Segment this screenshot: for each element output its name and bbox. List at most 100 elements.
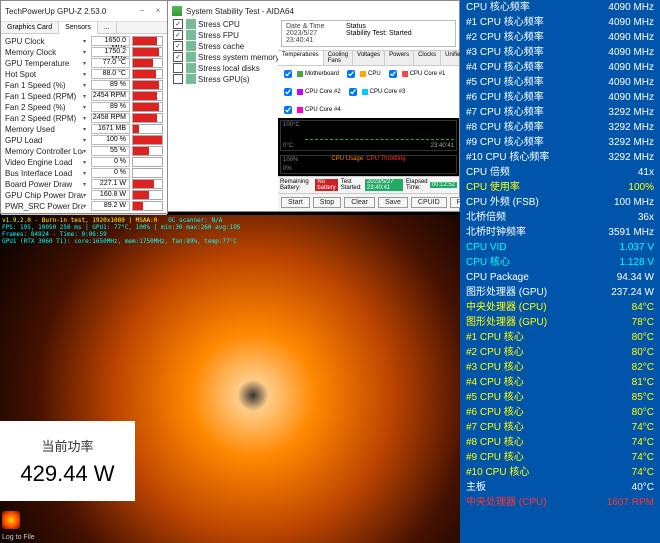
gpuz-sensor-list: GPU Clock▾1650.0 MHzMemory Clock▾1750.2 … (1, 34, 167, 214)
monitor-row: CPU 核心频率4090 MHz (460, 0, 660, 15)
monitor-row: 图形处理器 (GPU)78°C (460, 315, 660, 330)
sensor-bar (132, 36, 163, 46)
chevron-down-icon[interactable]: ▾ (83, 203, 89, 209)
aida-window: System Stability Test - AIDA64 ✓Stress C… (167, 0, 460, 212)
monitor-value: 100 MHz (614, 196, 654, 209)
monitor-value: 4090 MHz (608, 1, 654, 14)
minimize-icon[interactable]: − (137, 6, 147, 16)
chip-icon (186, 30, 196, 40)
chevron-down-icon[interactable]: ▾ (83, 93, 89, 99)
chevron-down-icon[interactable]: ▾ (83, 170, 89, 176)
chevron-down-icon[interactable]: ▾ (83, 192, 89, 198)
legend-swatch (297, 107, 303, 113)
monitor-row: 图形处理器 (GPU)237.24 W (460, 285, 660, 300)
legend-item[interactable]: Motherboard (280, 67, 339, 81)
chevron-down-icon[interactable]: ▾ (83, 49, 89, 55)
legend-item[interactable]: CPU Core #2 (280, 85, 341, 99)
legend-item[interactable]: CPU Core #4 (280, 103, 341, 117)
monitor-label: #7 CPU 核心频率 (466, 106, 608, 119)
legend-checkbox[interactable] (284, 70, 292, 78)
power-value: 429.44 W (20, 461, 114, 487)
monitor-value: 3591 MHz (608, 226, 654, 239)
chevron-down-icon[interactable]: ▾ (83, 82, 89, 88)
sensor-bar (132, 135, 163, 145)
sensor-value: 160.8 W (91, 190, 130, 200)
legend-checkbox[interactable] (284, 106, 292, 114)
chip-icon (186, 41, 196, 51)
stress-label: Stress system memory (198, 53, 279, 62)
start-value: 2023/5/27 23:40:41 (365, 179, 403, 191)
legend-item[interactable]: CPU Core #3 (345, 85, 406, 99)
checkbox-icon[interactable] (173, 63, 183, 73)
graph-tab[interactable]: Cooling Fans (324, 51, 353, 65)
save-button[interactable]: Save (378, 197, 408, 208)
graph-tab[interactable]: Clocks (414, 51, 441, 65)
sensor-value: 1671 MB (91, 124, 130, 134)
start-button[interactable]: Start (281, 197, 310, 208)
stress-option[interactable]: ✓Stress FPU (170, 30, 280, 40)
chevron-down-icon[interactable]: ▾ (83, 38, 89, 44)
stress-option[interactable]: ✓Stress cache (170, 41, 280, 51)
monitor-value: 1.037 V (620, 241, 654, 254)
clear-button[interactable]: Clear (344, 197, 375, 208)
monitor-value: 84°C (632, 301, 654, 314)
monitor-value: 40°C (632, 481, 654, 494)
sensor-value: 89 % (91, 102, 130, 112)
stress-option[interactable]: ✓ Stress system memory (170, 52, 280, 62)
chevron-down-icon[interactable]: ▾ (83, 60, 89, 66)
legend-checkbox[interactable] (347, 70, 355, 78)
checkbox-icon[interactable] (173, 74, 183, 84)
sensor-bar (132, 157, 163, 167)
sensor-row: Board Power Draw▾227.1 W (5, 179, 163, 189)
legend-checkbox[interactable] (349, 88, 357, 96)
power-label: 当前功率 (41, 436, 93, 455)
legend-label: CPU Core #2 (305, 89, 341, 95)
chevron-down-icon[interactable]: ▾ (83, 71, 89, 77)
sensor-value: 55 % (91, 146, 130, 156)
legend-item[interactable]: CPU Core #1 (385, 67, 446, 81)
monitor-label: #10 CPU 核心频率 (466, 151, 608, 164)
cpuid-button[interactable]: CPUID (411, 197, 447, 208)
legend-item[interactable]: CPU (343, 67, 381, 81)
stop-button[interactable]: Stop (313, 197, 341, 208)
tab-graphics-card[interactable]: Graphics Card (1, 22, 59, 33)
gpuz-titlebar[interactable]: TechPowerUp GPU-Z 2.53.0 − × (1, 1, 167, 22)
info-status-label: Status (346, 23, 366, 30)
monitor-label: #5 CPU 核心频率 (466, 76, 608, 89)
legend-checkbox[interactable] (389, 70, 397, 78)
flame-icon (2, 511, 20, 529)
chevron-down-icon[interactable]: ▾ (83, 115, 89, 121)
stress-option[interactable]: Stress local disks (170, 63, 280, 73)
chevron-down-icon[interactable]: ▾ (83, 104, 89, 110)
sensor-label: GPU Load (5, 136, 83, 145)
graph-tab[interactable]: Temperatures (278, 51, 324, 65)
monitor-label: #1 CPU 核心 (466, 331, 632, 344)
legend-checkbox[interactable] (284, 88, 292, 96)
chevron-down-icon[interactable]: ▾ (83, 181, 89, 187)
chevron-down-icon[interactable]: ▾ (83, 159, 89, 165)
log-to-file-text[interactable]: Log to File (2, 534, 35, 541)
stress-option[interactable]: Stress GPU(s) (170, 74, 280, 84)
monitor-row: 北桥倍频36x (460, 210, 660, 225)
sensor-row: Memory Clock▾1750.2 MHz (5, 47, 163, 57)
tab-more[interactable]: ... (98, 22, 117, 33)
monitor-row: #4 CPU 核心频率4090 MHz (460, 60, 660, 75)
chevron-down-icon[interactable]: ▾ (83, 148, 89, 154)
close-icon[interactable]: × (153, 6, 163, 16)
graph-tab[interactable]: Powers (385, 51, 414, 65)
monitor-label: 图形处理器 (GPU) (466, 316, 632, 329)
monitor-value: 80°C (632, 346, 654, 359)
checkbox-icon[interactable]: ✓ (173, 41, 183, 51)
chevron-down-icon[interactable]: ▾ (83, 126, 89, 132)
monitor-row: #8 CPU 核心74°C (460, 435, 660, 450)
checkbox-icon[interactable]: ✓ (173, 52, 183, 62)
monitor-value: 4090 MHz (608, 76, 654, 89)
chevron-down-icon[interactable]: ▾ (83, 137, 89, 143)
graph-tab[interactable]: Voltages (353, 51, 385, 65)
stress-option[interactable]: ✓Stress CPU (170, 19, 280, 29)
aida-legend: Motherboard CPU CPU Core #1 CPU Core #2 CPU … (278, 66, 459, 118)
tab-sensors[interactable]: Sensors (59, 22, 98, 34)
gpuz-tabs: Graphics Card Sensors ... (1, 22, 167, 34)
checkbox-icon[interactable]: ✓ (173, 30, 183, 40)
checkbox-icon[interactable]: ✓ (173, 19, 183, 29)
